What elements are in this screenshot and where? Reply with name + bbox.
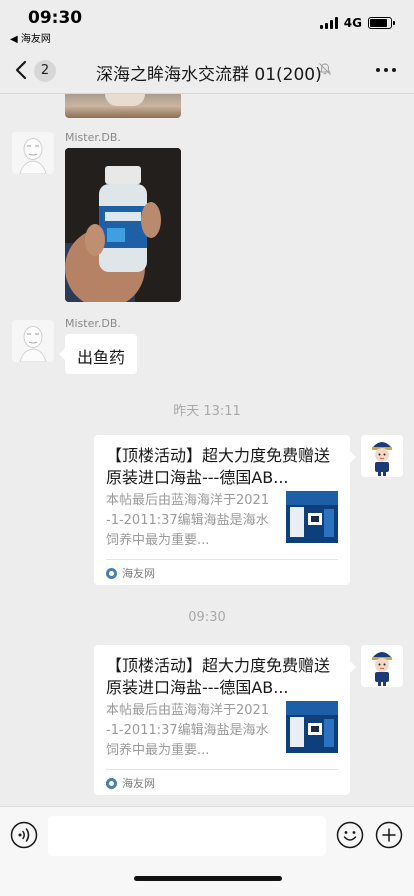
signal-icon (319, 17, 338, 29)
divider (106, 559, 338, 560)
status-indicators: 4G (319, 16, 395, 30)
link-card-source-label: 海友网 (122, 567, 155, 580)
sender-name: Mister.DB. (65, 131, 121, 144)
avatar[interactable] (12, 320, 54, 362)
link-card-description: 本帖最后由蓝海海洋于2021-1-2011:37编辑海盐是海水饲养中最为重要..… (106, 493, 270, 548)
voice-icon[interactable] (10, 821, 38, 849)
message-text-bubble[interactable]: 出鱼药 (58, 334, 138, 374)
message-image[interactable] (65, 148, 181, 302)
medicine-bottle-photo (65, 148, 181, 302)
message-image-partial[interactable] (65, 94, 181, 118)
sender-name: Mister.DB. (65, 317, 121, 330)
link-card-title: 【顶楼活动】超大力度免费赠送原装进口海盐---德国AB... (106, 656, 331, 697)
emoji-icon[interactable] (336, 821, 364, 849)
avatar-self[interactable] (361, 435, 403, 477)
timestamp-label: 昨天 13:11 (173, 404, 241, 419)
avatar-self[interactable] (361, 645, 403, 687)
chat-input-bar (0, 806, 414, 896)
message-input[interactable] (48, 816, 326, 856)
chat-message-list[interactable]: Mister.DB. Mister.DB. 出鱼药 昨天 13:11 【顶楼活动… (0, 94, 414, 806)
status-time: 09:30 (28, 8, 83, 28)
divider (106, 769, 338, 770)
link-card-source-label: 海友网 (122, 777, 155, 790)
link-card[interactable]: 【顶楼活动】超大力度免费赠送原装进口海盐---德国AB... 本帖最后由蓝海海洋… (94, 435, 356, 585)
back-button[interactable] (10, 56, 34, 84)
plus-icon[interactable] (375, 821, 403, 849)
link-card[interactable]: 【顶楼活动】超大力度免费赠送原装进口海盐---德国AB... 本帖最后由蓝海海洋… (94, 645, 356, 795)
unread-count-badge: 2 (34, 60, 56, 82)
mute-bell-icon (319, 63, 331, 75)
chat-header: 2 深海之眸海水交流群 01(200) (0, 46, 414, 94)
site-logo-icon (106, 777, 117, 789)
cartoon-police-avatar-icon (361, 645, 403, 687)
timestamp-label: 09:30 (188, 610, 226, 625)
battery-icon (368, 17, 395, 29)
site-logo-icon (106, 567, 117, 579)
chat-title: 深海之眸海水交流群 01(200) (96, 65, 322, 85)
status-bar: 09:30 ◀ 海友网 4G (0, 0, 414, 46)
link-card-source: 海友网 (106, 775, 155, 791)
network-label: 4G (343, 16, 362, 30)
sketch-face-avatar-icon (12, 320, 54, 362)
sea-salt-product-thumbnail (286, 491, 338, 543)
chevron-left-icon (15, 60, 27, 80)
more-dots-icon (376, 68, 380, 72)
more-options-button[interactable] (376, 62, 398, 78)
link-card-title: 【顶楼活动】超大力度免费赠送原装进口海盐---德国AB... (106, 446, 331, 487)
link-card-thumbnail (286, 491, 338, 543)
back-to-app-link[interactable]: ◀ 海友网 (10, 30, 51, 45)
link-card-description: 本帖最后由蓝海海洋于2021-1-2011:37编辑海盐是海水饲养中最为重要..… (106, 703, 270, 758)
home-indicator[interactable] (134, 876, 282, 881)
sea-salt-product-thumbnail (286, 701, 338, 753)
link-card-thumbnail (286, 701, 338, 753)
avatar[interactable] (12, 132, 54, 174)
sketch-face-avatar-icon (12, 132, 54, 174)
link-card-source: 海友网 (106, 565, 155, 581)
cartoon-police-avatar-icon (361, 435, 403, 477)
